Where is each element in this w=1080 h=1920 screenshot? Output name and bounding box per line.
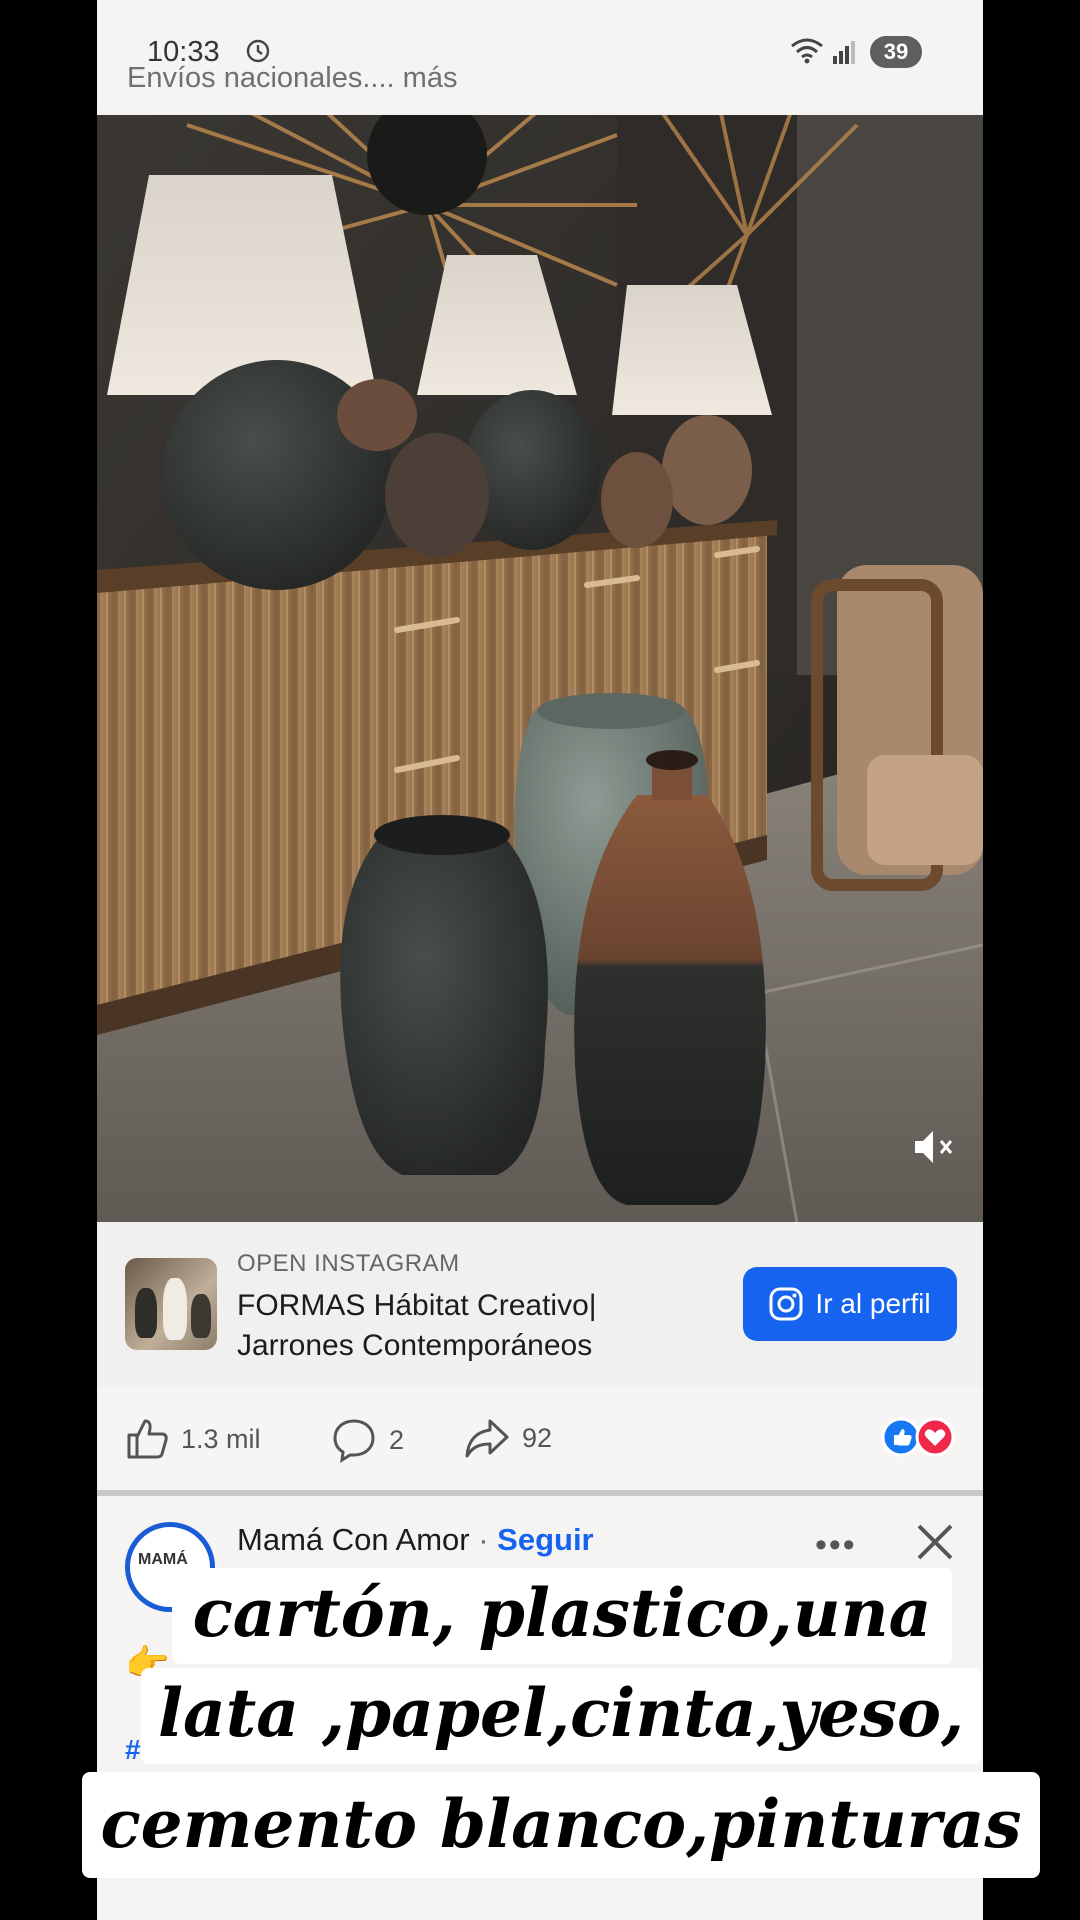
ir-al-perfil-button[interactable]: Ir al perfil (743, 1267, 957, 1341)
status-time: 10:33 (147, 36, 220, 68)
signal-icon (833, 41, 855, 64)
caption-line-1: cartón, plastico,una (172, 1568, 952, 1664)
ad-title[interactable]: FORMAS Hábitat Creativo| Jarrones Contem… (237, 1286, 667, 1366)
alarm-icon (246, 39, 270, 63)
furniture-scene-image (97, 115, 983, 1223)
ir-al-perfil-label: Ir al perfil (815, 1288, 931, 1319)
avatar-text: MAMÁ (138, 1551, 188, 1568)
share-button[interactable]: 92 (464, 1417, 552, 1459)
share-count: 92 (522, 1422, 553, 1453)
mute-icon[interactable] (913, 1127, 957, 1167)
instagram-icon (769, 1287, 803, 1321)
comment-icon (333, 1419, 375, 1463)
more-options-icon[interactable]: ••• (815, 1526, 857, 1565)
battery-indicator: 39 (870, 36, 922, 68)
ad-thumbnail[interactable] (125, 1258, 217, 1350)
close-icon[interactable] (915, 1522, 955, 1562)
follow-button[interactable]: Seguir (497, 1522, 593, 1557)
caption-line-3: cemento blanco,pinturas (82, 1772, 1040, 1878)
instagram-ad-card[interactable]: OPEN INSTAGRAM FORMAS Hábitat Creativo| … (97, 1222, 983, 1387)
like-button[interactable]: 1.3 mil (125, 1417, 261, 1461)
hashtag-prefix: # (125, 1734, 141, 1765)
author-name[interactable]: Mamá Con Amor (237, 1522, 470, 1557)
ad-kicker: OPEN INSTAGRAM (237, 1250, 460, 1277)
header-separator: · (478, 1522, 489, 1557)
post-video[interactable] (97, 115, 983, 1223)
comment-count: 2 (389, 1424, 405, 1455)
wifi-icon (791, 38, 823, 64)
caption-line-2: lata ,papel,cinta,yeso, (141, 1668, 981, 1764)
post-header: Mamá Con Amor · Seguir (237, 1522, 594, 1558)
reaction-emojis-icon[interactable] (881, 1417, 957, 1457)
comment-button[interactable]: 2 (331, 1417, 404, 1463)
like-count: 1.3 mil (181, 1423, 261, 1454)
share-icon (465, 1419, 509, 1458)
thumbs-up-icon (127, 1419, 168, 1459)
status-bar: Envíos nacionales.... más 10:33 39 (97, 0, 983, 105)
reactions-bar: 1.3 mil 2 92 (97, 1387, 983, 1496)
